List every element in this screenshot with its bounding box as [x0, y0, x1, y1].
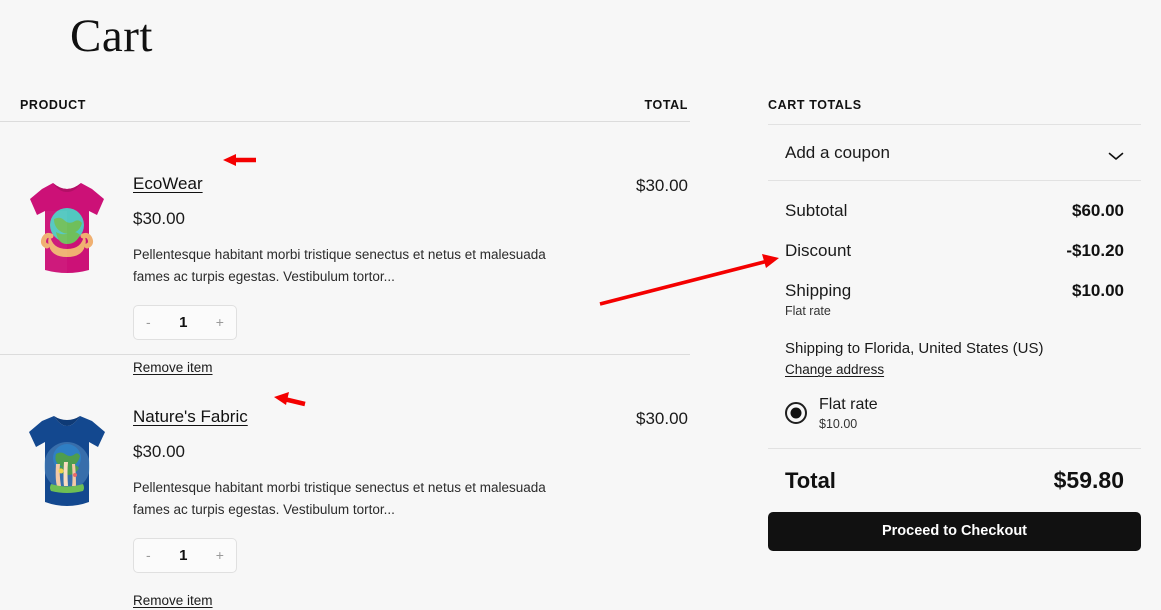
radio-selected-icon[interactable]: [785, 402, 807, 425]
page-title: Cart: [70, 10, 153, 62]
discount-label: Discount: [785, 241, 852, 260]
product-name-link[interactable]: Nature's Fabric: [133, 407, 248, 427]
product-unit-price: $30.00: [133, 442, 185, 462]
shipping-row: Shipping $10.00: [768, 281, 1141, 301]
change-address-link[interactable]: Change address: [785, 362, 884, 377]
total-label: Total: [785, 467, 836, 493]
quantity-decrease-button[interactable]: -: [146, 548, 151, 562]
add-coupon-label: Add a coupon: [785, 142, 890, 162]
remove-item-link[interactable]: Remove item: [133, 593, 213, 608]
total-value: $59.80: [1053, 466, 1124, 493]
column-header-total: TOTAL: [644, 98, 688, 112]
product-description: Pellentesque habitant morbi tristique se…: [133, 246, 546, 284]
totals-divider-bottom: [768, 447, 1141, 449]
table-row: EcoWear $30.00 Pellentesque habitant mor…: [0, 122, 690, 375]
add-coupon-toggle[interactable]: Add a coupon: [768, 125, 1141, 180]
line-item-total: $30.00: [636, 176, 688, 195]
quantity-decrease-button[interactable]: -: [146, 315, 151, 329]
quantity-increase-button[interactable]: +: [216, 548, 224, 562]
table-row: Nature's Fabric $30.00 Pellentesque habi…: [0, 355, 690, 608]
subtotal-row: Subtotal $60.00: [768, 201, 1141, 221]
quantity-stepper[interactable]: - 1 +: [133, 537, 237, 573]
shipping-value: $10.00: [1072, 281, 1124, 300]
product-name-link[interactable]: EcoWear: [133, 174, 203, 194]
chevron-down-icon: [1108, 148, 1124, 160]
discount-row: Discount -$10.20: [768, 241, 1141, 261]
line-item-total: $30.00: [636, 409, 688, 428]
shipping-option-name: Flat rate: [819, 396, 878, 414]
subtotal-label: Subtotal: [785, 201, 848, 220]
shipping-destination: Shipping to Florida, United States (US): [785, 340, 1044, 357]
product-description: Pellentesque habitant morbi tristique se…: [133, 479, 546, 517]
column-header-product: PRODUCT: [20, 98, 87, 112]
shipping-label: Shipping: [785, 281, 852, 300]
discount-value: -$10.20: [1066, 241, 1124, 260]
shipping-method-note: Flat rate: [785, 304, 831, 318]
shipping-option-text: Flat rate $10.00: [819, 396, 878, 430]
quantity-increase-button[interactable]: +: [216, 315, 224, 329]
proceed-to-checkout-button[interactable]: Proceed to Checkout: [768, 511, 1141, 551]
cart-totals-title: CART TOTALS: [768, 98, 862, 112]
cart-table-header: PRODUCT TOTAL: [0, 92, 690, 121]
item-details: EcoWear $30.00 Pellentesque habitant mor…: [133, 174, 603, 377]
product-unit-price: $30.00: [133, 209, 185, 229]
totals-divider-coupon: [768, 180, 1141, 181]
subtotal-value: $60.00: [1072, 201, 1124, 220]
natures-fabric-tshirt-thumbnail[interactable]: [20, 406, 114, 513]
quantity-value[interactable]: 1: [179, 314, 187, 331]
ecowear-tshirt-thumbnail[interactable]: [20, 173, 114, 280]
cart-items-table: PRODUCT TOTAL EcoWear $30.00 Pellentesqu…: [0, 92, 690, 608]
shipping-option-price: $10.00: [819, 416, 858, 431]
item-details: Nature's Fabric $30.00 Pellentesque habi…: [133, 407, 603, 610]
shipping-option-flat-rate[interactable]: Flat rate $10.00: [768, 396, 1141, 431]
quantity-value[interactable]: 1: [179, 547, 187, 564]
quantity-stepper[interactable]: - 1 +: [133, 304, 237, 340]
grand-total-row: Total $59.80: [768, 467, 1141, 494]
cart-totals-panel: CART TOTALS Add a coupon Subtotal $60.00…: [768, 92, 1141, 551]
